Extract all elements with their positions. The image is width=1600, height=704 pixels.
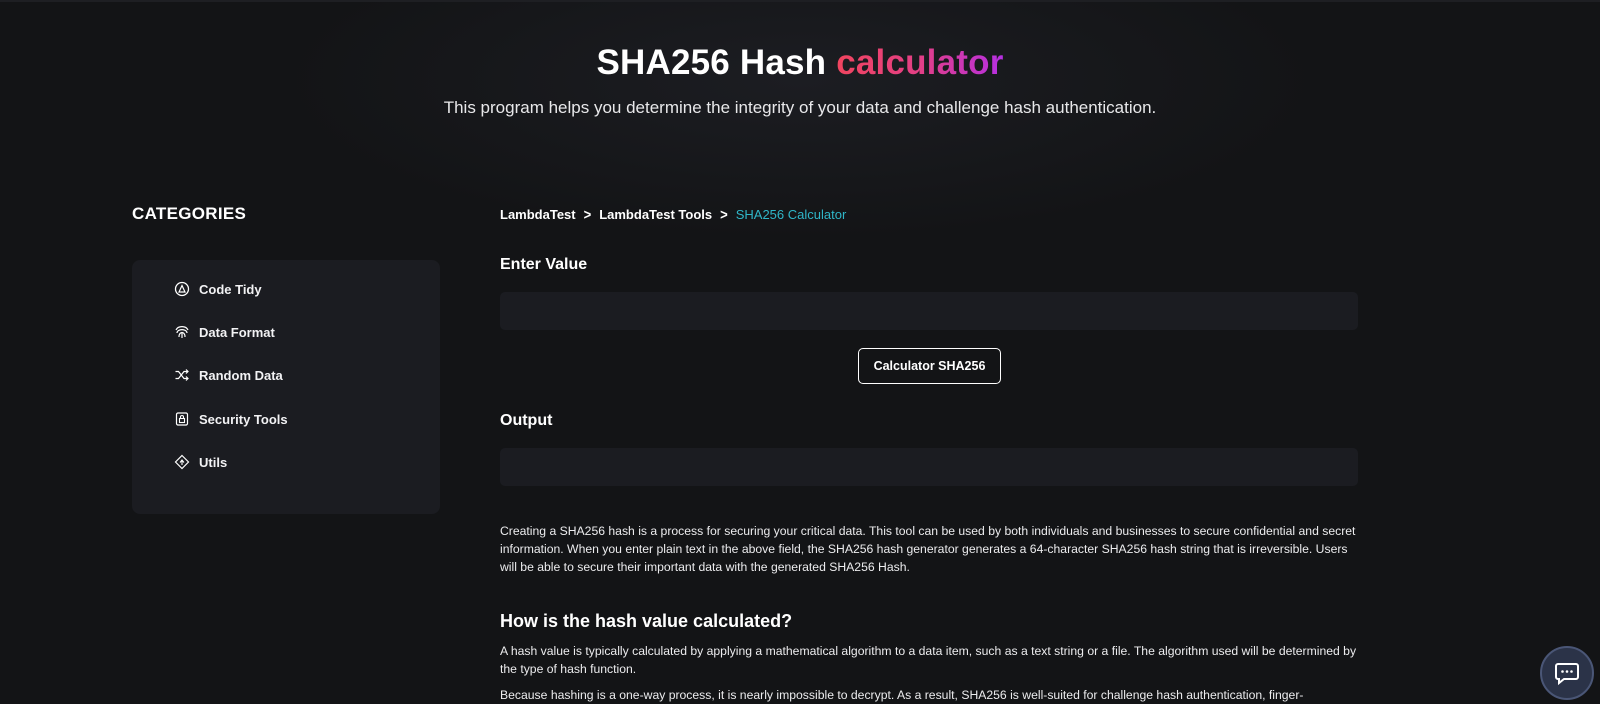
categories-sidebar: Code Tidy Data Format Random Data Securi… (132, 260, 440, 514)
section-heading: How is the hash value calculated? (500, 611, 793, 631)
sidebar-item-security-tools[interactable]: Security Tools (174, 411, 288, 427)
fingerprint-icon (175, 326, 189, 338)
input-label: Enter Value (500, 256, 588, 273)
breadcrumb-item-lambdatest[interactable]: LambdaTest (500, 207, 576, 222)
breadcrumb: LambdaTest > LambdaTest Tools > SHA256 C… (500, 206, 847, 223)
breadcrumb-current: SHA256 Calculator (735, 207, 847, 222)
sidebar-item-data-format[interactable]: Data Format (174, 324, 275, 340)
section-paragraph-1: A hash value is typically calculated by … (500, 644, 1357, 676)
sidebar-item-label: Security Tools (199, 411, 288, 427)
diamond-icon (174, 454, 190, 470)
top-divider (0, 0, 1600, 2)
shuffle-icon (175, 369, 189, 381)
value-input[interactable] (500, 292, 1358, 330)
breadcrumb-separator: > (720, 206, 728, 223)
categories-heading: CATEGORIES (132, 204, 247, 223)
breadcrumb-separator: > (583, 206, 592, 223)
sidebar-item-label: Code Tidy (199, 281, 262, 297)
hero-section: SHA256 Hash calculator This program help… (0, 40, 1600, 120)
page-subtitle: This program helps you determine the int… (443, 98, 1157, 117)
lock-icon (175, 412, 189, 426)
page-title: SHA256 Hash calculator (0, 40, 1600, 86)
sidebar-item-code-tidy[interactable]: Code Tidy (174, 281, 262, 297)
title-accent: calculator (836, 43, 1004, 82)
chat-button[interactable] (1540, 646, 1594, 700)
chat-icon (1555, 663, 1579, 686)
section-paragraph-2: Because hashing is a one-way process, it… (500, 688, 1304, 702)
title-main: SHA256 Hash (596, 43, 837, 82)
sidebar-item-label: Utils (199, 454, 228, 470)
sidebar-item-utils[interactable]: Utils (174, 454, 227, 470)
breadcrumb-item-tools[interactable]: LambdaTest Tools (599, 207, 712, 222)
page: SHA256 Hash calculator This program help… (0, 0, 1600, 704)
output-field[interactable] (500, 448, 1358, 486)
output-label: Output (500, 412, 553, 429)
code-tidy-icon (174, 281, 190, 297)
calculate-sha256-button[interactable]: Calculator SHA256 (858, 348, 1001, 384)
sidebar-item-random-data[interactable]: Random Data (174, 367, 283, 383)
sidebar-item-label: Data Format (199, 324, 275, 340)
sidebar-item-label: Random Data (199, 367, 283, 383)
intro-paragraph: Creating a SHA256 hash is a process for … (500, 524, 1356, 574)
